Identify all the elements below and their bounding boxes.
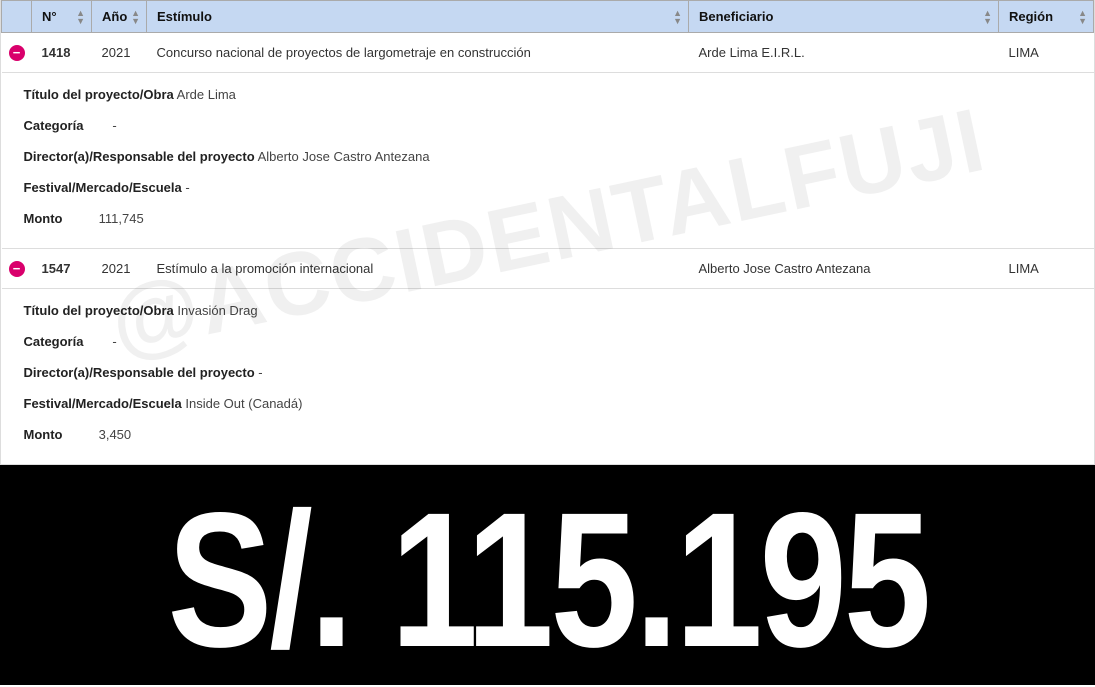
header-n-label: N° bbox=[42, 9, 57, 24]
sort-icon[interactable]: ▲▼ bbox=[673, 9, 682, 25]
detail-value: Invasión Drag bbox=[177, 303, 257, 318]
sort-icon[interactable]: ▲▼ bbox=[983, 9, 992, 25]
table-row: − 1547 2021 Estímulo a la promoción inte… bbox=[2, 249, 1094, 289]
detail-label: Título del proyecto/Obra bbox=[24, 303, 174, 318]
detail-block: Título del proyecto/Obra Arde Lima Categ… bbox=[2, 73, 1094, 248]
header-beneficiario-label: Beneficiario bbox=[699, 9, 773, 24]
expand-cell: − bbox=[2, 249, 32, 289]
expand-cell: − bbox=[2, 33, 32, 73]
sort-icon[interactable]: ▲▼ bbox=[131, 9, 140, 25]
detail-categoria: Categoría - bbox=[24, 326, 1084, 357]
cell-n: 1547 bbox=[32, 249, 92, 289]
sort-icon[interactable]: ▲▼ bbox=[76, 9, 85, 25]
detail-label: Festival/Mercado/Escuela bbox=[24, 180, 182, 195]
detail-label: Categoría bbox=[24, 334, 84, 349]
detail-value: Inside Out (Canadá) bbox=[185, 396, 302, 411]
cell-region: LIMA bbox=[999, 33, 1094, 73]
detail-value: - bbox=[112, 334, 116, 349]
collapse-icon[interactable]: − bbox=[9, 45, 25, 61]
header-estimulo-label: Estímulo bbox=[157, 9, 212, 24]
detail-row: Título del proyecto/Obra Invasión Drag C… bbox=[2, 289, 1094, 465]
detail-value: Arde Lima bbox=[177, 87, 236, 102]
cell-estimulo: Concurso nacional de proyectos de largom… bbox=[147, 33, 689, 73]
table-header-row: N° ▲▼ Año ▲▼ Estímulo ▲▼ Beneficiario ▲▼… bbox=[2, 1, 1094, 33]
sort-icon[interactable]: ▲▼ bbox=[1078, 9, 1087, 25]
detail-festival: Festival/Mercado/Escuela - bbox=[24, 172, 1084, 203]
detail-label: Festival/Mercado/Escuela bbox=[24, 396, 182, 411]
detail-director: Director(a)/Responsable del proyecto Alb… bbox=[24, 141, 1084, 172]
detail-label: Monto bbox=[24, 427, 63, 442]
total-bar: S/. 115.195 bbox=[0, 465, 1095, 685]
detail-festival: Festival/Mercado/Escuela Inside Out (Can… bbox=[24, 388, 1084, 419]
data-table-container: @ACCIDENTALFUJI N° ▲▼ Año ▲▼ Estímulo ▲▼ bbox=[0, 0, 1095, 465]
total-amount: S/. 115.195 bbox=[167, 484, 928, 676]
detail-label: Director(a)/Responsable del proyecto bbox=[24, 365, 255, 380]
detail-monto: Monto 3,450 bbox=[24, 419, 1084, 450]
header-region-label: Región bbox=[1009, 9, 1053, 24]
detail-titulo: Título del proyecto/Obra Invasión Drag bbox=[24, 295, 1084, 326]
table-row: − 1418 2021 Concurso nacional de proyect… bbox=[2, 33, 1094, 73]
detail-titulo: Título del proyecto/Obra Arde Lima bbox=[24, 79, 1084, 110]
detail-monto: Monto 111,745 bbox=[24, 203, 1084, 234]
cell-ano: 2021 bbox=[92, 33, 147, 73]
cell-beneficiario: Alberto Jose Castro Antezana bbox=[689, 249, 999, 289]
cell-region: LIMA bbox=[999, 249, 1094, 289]
cell-estimulo: Estímulo a la promoción internacional bbox=[147, 249, 689, 289]
detail-block: Título del proyecto/Obra Invasión Drag C… bbox=[2, 289, 1094, 464]
detail-label: Título del proyecto/Obra bbox=[24, 87, 174, 102]
header-region[interactable]: Región ▲▼ bbox=[999, 1, 1094, 33]
detail-value: 3,450 bbox=[99, 427, 132, 442]
header-ano-label: Año bbox=[102, 9, 127, 24]
detail-value: - bbox=[112, 118, 116, 133]
detail-value: - bbox=[258, 365, 262, 380]
collapse-icon[interactable]: − bbox=[9, 261, 25, 277]
cell-ano: 2021 bbox=[92, 249, 147, 289]
detail-label: Director(a)/Responsable del proyecto bbox=[24, 149, 255, 164]
detail-label: Monto bbox=[24, 211, 63, 226]
detail-director: Director(a)/Responsable del proyecto - bbox=[24, 357, 1084, 388]
header-n[interactable]: N° ▲▼ bbox=[32, 1, 92, 33]
detail-label: Categoría bbox=[24, 118, 84, 133]
header-estimulo[interactable]: Estímulo ▲▼ bbox=[147, 1, 689, 33]
detail-value: 111,745 bbox=[99, 211, 144, 226]
detail-categoria: Categoría - bbox=[24, 110, 1084, 141]
detail-value: - bbox=[185, 180, 189, 195]
detail-row: Título del proyecto/Obra Arde Lima Categ… bbox=[2, 73, 1094, 249]
detail-value: Alberto Jose Castro Antezana bbox=[258, 149, 430, 164]
grants-table: N° ▲▼ Año ▲▼ Estímulo ▲▼ Beneficiario ▲▼… bbox=[1, 0, 1094, 464]
header-ano[interactable]: Año ▲▼ bbox=[92, 1, 147, 33]
header-beneficiario[interactable]: Beneficiario ▲▼ bbox=[689, 1, 999, 33]
header-expand bbox=[2, 1, 32, 33]
cell-beneficiario: Arde Lima E.I.R.L. bbox=[689, 33, 999, 73]
cell-n: 1418 bbox=[32, 33, 92, 73]
